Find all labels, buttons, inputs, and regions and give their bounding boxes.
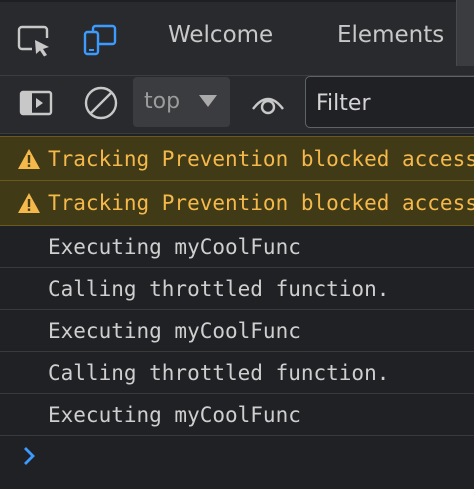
console-message-text: Tracking Prevention blocked access to st… bbox=[48, 191, 474, 215]
console-messages: Tracking Prevention blocked access to st… bbox=[0, 136, 474, 476]
console-message-text: Executing myCoolFunc bbox=[48, 235, 301, 259]
tab-welcome[interactable]: Welcome bbox=[168, 22, 273, 48]
live-expression-icon bbox=[252, 97, 284, 115]
console-message-log[interactable]: Calling throttled function. bbox=[0, 352, 474, 394]
console-toolbar: top bbox=[0, 76, 474, 134]
tab-console-edge[interactable] bbox=[456, 0, 474, 66]
warning-icon bbox=[18, 193, 40, 213]
console-message-log[interactable]: Executing myCoolFunc bbox=[0, 226, 474, 268]
console-message-text: Executing myCoolFunc bbox=[48, 319, 301, 343]
live-expression-button[interactable] bbox=[248, 85, 288, 121]
device-toolbar-icon bbox=[83, 24, 117, 56]
console-message-warning[interactable]: Tracking Prevention blocked access to st… bbox=[0, 181, 474, 226]
chevron-down-icon bbox=[199, 95, 217, 107]
window-top-edge bbox=[0, 0, 474, 2]
inspect-element-icon bbox=[17, 25, 52, 58]
filter-field[interactable] bbox=[305, 76, 474, 128]
console-message-text: Tracking Prevention blocked access to st… bbox=[48, 147, 474, 171]
show-sidebar-button[interactable] bbox=[16, 85, 56, 121]
devtools-tab-bar: Welcome Elements bbox=[0, 0, 474, 76]
console-message-text: Calling throttled function. bbox=[48, 277, 390, 301]
console-message-log[interactable]: Executing myCoolFunc bbox=[0, 310, 474, 352]
context-selector-value: top bbox=[144, 89, 181, 114]
console-message-log[interactable]: Executing myCoolFunc bbox=[0, 394, 474, 436]
console-prompt[interactable] bbox=[0, 436, 474, 476]
console-prompt-icon bbox=[24, 447, 35, 465]
tab-elements[interactable]: Elements bbox=[337, 22, 444, 48]
inspect-element-button[interactable] bbox=[14, 20, 54, 60]
console-message-log[interactable]: Calling throttled function. bbox=[0, 268, 474, 310]
clear-console-button[interactable] bbox=[81, 83, 121, 123]
filter-input[interactable] bbox=[314, 87, 474, 119]
warning-icon bbox=[18, 149, 40, 169]
device-toolbar-button[interactable] bbox=[80, 20, 120, 60]
show-sidebar-icon bbox=[19, 90, 53, 116]
console-message-text: Executing myCoolFunc bbox=[48, 403, 301, 427]
console-message-warning[interactable]: Tracking Prevention blocked access to st… bbox=[0, 136, 474, 181]
context-selector[interactable]: top bbox=[133, 77, 230, 127]
console-message-text: Calling throttled function. bbox=[48, 361, 390, 385]
clear-console-icon bbox=[84, 86, 118, 120]
